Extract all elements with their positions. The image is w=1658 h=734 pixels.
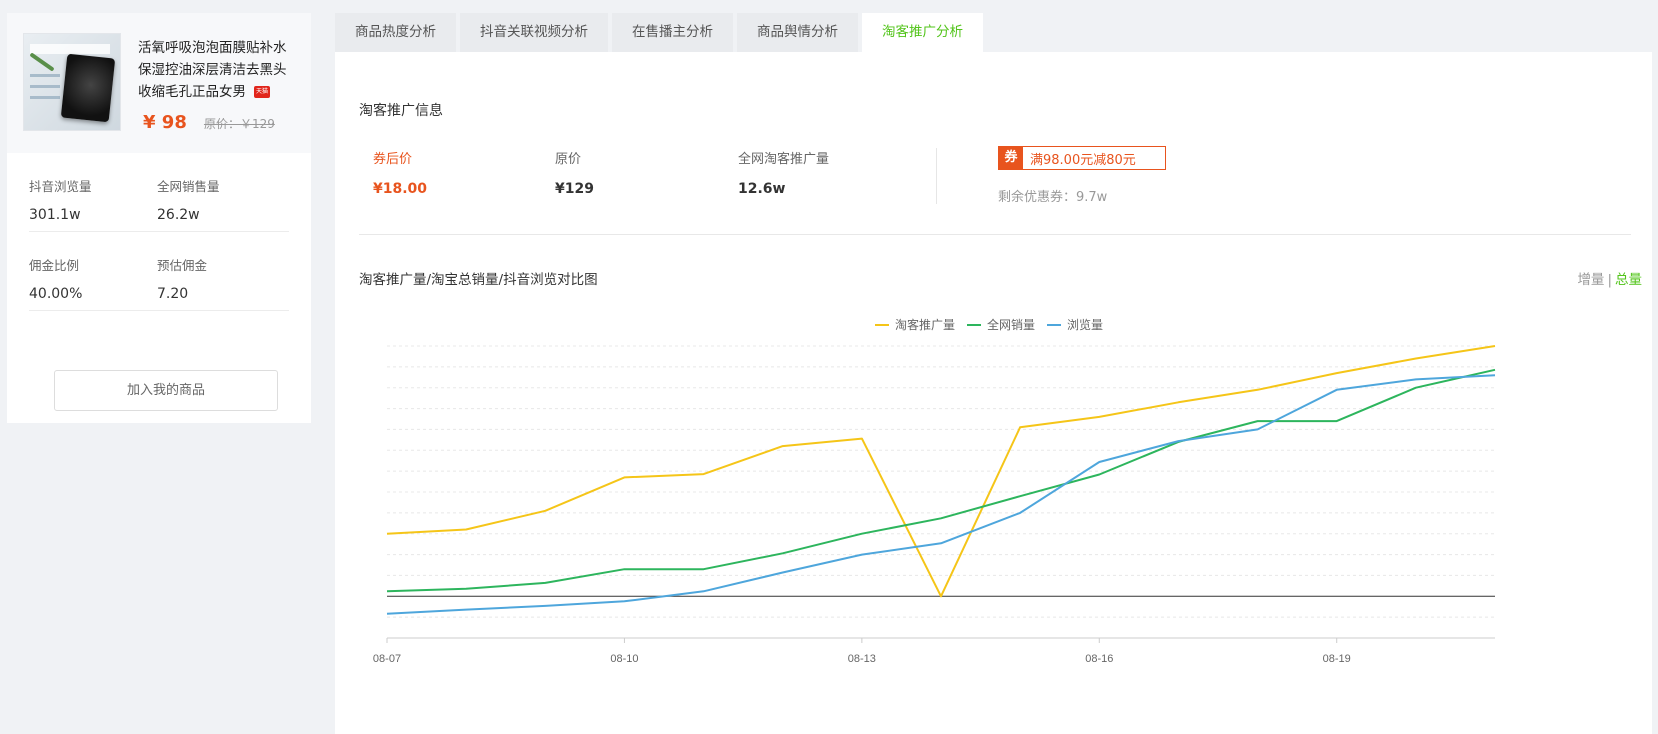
coupon-tag-icon: 券 (999, 147, 1023, 169)
info-value: 12.6w (738, 181, 786, 197)
legend-swatch (1047, 323, 1062, 326)
product-image-text-lines (30, 74, 60, 107)
tab-streamers[interactable]: 在售播主分析 (612, 13, 733, 52)
stat-row: 抖音浏览量 301.1w 全网销售量 26.2w (29, 153, 289, 232)
legend-views[interactable]: 浏览量 (1047, 316, 1103, 333)
price-row: ¥ 98 原价：￥129 (143, 112, 275, 133)
stat-commission-rate: 佣金比例 40.00% (29, 255, 157, 310)
analysis-tabs: 商品热度分析 抖音关联视频分析 在售播主分析 商品舆情分析 淘客推广分析 (335, 13, 987, 53)
legend-label: 浏览量 (1067, 318, 1104, 332)
x-tick-label: 08-07 (373, 653, 401, 665)
section-title: 淘客推广信息 (359, 103, 443, 119)
info-value: ¥129 (555, 181, 594, 197)
promo-taoke-volume: 全网淘客推广量 12.6w (738, 148, 829, 197)
promo-original-price: 原价 ¥129 (555, 148, 594, 197)
x-tick-label: 08-16 (1085, 653, 1113, 665)
info-label: 全网淘客推广量 (738, 152, 830, 167)
legend-label: 全网销量 (987, 318, 1036, 332)
tab-taoke-promotion[interactable]: 淘客推广分析 (862, 13, 983, 53)
toggle-total[interactable]: 总量 (1615, 272, 1642, 288)
x-tick-label: 08-19 (1323, 653, 1351, 665)
product-stats: 抖音浏览量 301.1w 全网销售量 26.2w 佣金比例 40.00% 预估佣… (7, 153, 311, 311)
info-value: ¥18.00 (373, 181, 428, 197)
tab-douyin-videos[interactable]: 抖音关联视频分析 (460, 13, 608, 52)
horizontal-divider (359, 234, 1631, 235)
stat-label: 抖音浏览量 (29, 179, 92, 194)
stat-label: 全网销售量 (157, 179, 220, 194)
tab-product-heat[interactable]: 商品热度分析 (335, 13, 456, 52)
stat-label: 预估佣金 (157, 258, 208, 273)
coupon-remaining: 剩余优惠券：9.7w (998, 190, 1108, 205)
legend-swatch (967, 323, 982, 326)
view-toggle: 增量 | 总量 (1577, 268, 1642, 288)
stat-value: 40.00% (29, 286, 83, 302)
info-label: 原价 (555, 152, 582, 167)
face-mask-product-image[interactable] (23, 33, 121, 131)
info-label: 券后价 (373, 152, 413, 167)
coupon-block: 券 满98.00元减80元 剩余优惠券：9.7w (998, 146, 1166, 205)
coupon-box[interactable]: 券 满98.00元减80元 (998, 146, 1166, 170)
coupon-text: 满98.00元减80元 (1030, 152, 1136, 168)
stat-value: 26.2w (157, 207, 200, 223)
vertical-divider (936, 148, 937, 204)
x-tick-label: 08-13 (848, 653, 876, 665)
mask-packet-graphic (60, 53, 116, 123)
product-title[interactable]: 活氧呼吸泡泡面膜贴补水保湿控油深层清洁去黑头收缩毛孔正品女男 天猫 (138, 37, 298, 103)
add-to-my-products-button[interactable]: 加入我的商品 (54, 370, 278, 411)
main-panel: 淘客推广信息 券后价 ¥18.00 原价 ¥129 全网淘客推广量 12.6w … (335, 52, 1652, 734)
stat-douyin-views: 抖音浏览量 301.1w (29, 176, 157, 231)
toggle-increment[interactable]: 增量 (1577, 272, 1604, 288)
stat-total-sales: 全网销售量 26.2w (157, 176, 285, 231)
comparison-line-chart: 08-07 08-10 08-13 08-16 08-19 (373, 345, 1496, 665)
stat-value: 301.1w (29, 207, 81, 223)
legend-sales[interactable]: 全网销量 (967, 316, 1035, 333)
x-tick-label: 08-10 (610, 653, 638, 665)
stat-estimated-commission: 预估佣金 7.20 (157, 255, 285, 310)
tab-public-opinion[interactable]: 商品舆情分析 (737, 13, 858, 52)
product-card: 活氧呼吸泡泡面膜贴补水保湿控油深层清洁去黑头收缩毛孔正品女男 天猫 ¥ 98 原价… (7, 13, 311, 423)
stat-value: 7.20 (157, 286, 189, 302)
stat-label: 佣金比例 (29, 258, 80, 273)
original-price: 原价：￥129 (203, 117, 275, 131)
tmall-badge-icon: 天猫 (254, 86, 270, 98)
series-line-1 (386, 368, 1496, 593)
promo-after-coupon-price: 券后价 ¥18.00 (373, 148, 427, 197)
product-image-brand-strip (30, 44, 110, 54)
chart-legend: 淘客推广量 全网销量 浏览量 (875, 316, 1115, 333)
stat-row: 佣金比例 40.00% 预估佣金 7.20 (29, 232, 289, 311)
product-summary: 活氧呼吸泡泡面膜贴补水保湿控油深层清洁去黑头收缩毛孔正品女男 天猫 ¥ 98 原价… (7, 13, 311, 153)
current-price: ¥ 98 (143, 112, 187, 133)
chart-title: 淘客推广量/淘宝总销量/抖音浏览对比图 (359, 272, 598, 288)
series-line-2 (386, 374, 1496, 615)
leaf-decoration (29, 52, 55, 72)
legend-swatch (875, 323, 889, 326)
legend-label: 淘客推广量 (895, 318, 956, 332)
toggle-separator: | (1607, 272, 1612, 288)
legend-taoke[interactable]: 淘客推广量 (875, 316, 955, 333)
